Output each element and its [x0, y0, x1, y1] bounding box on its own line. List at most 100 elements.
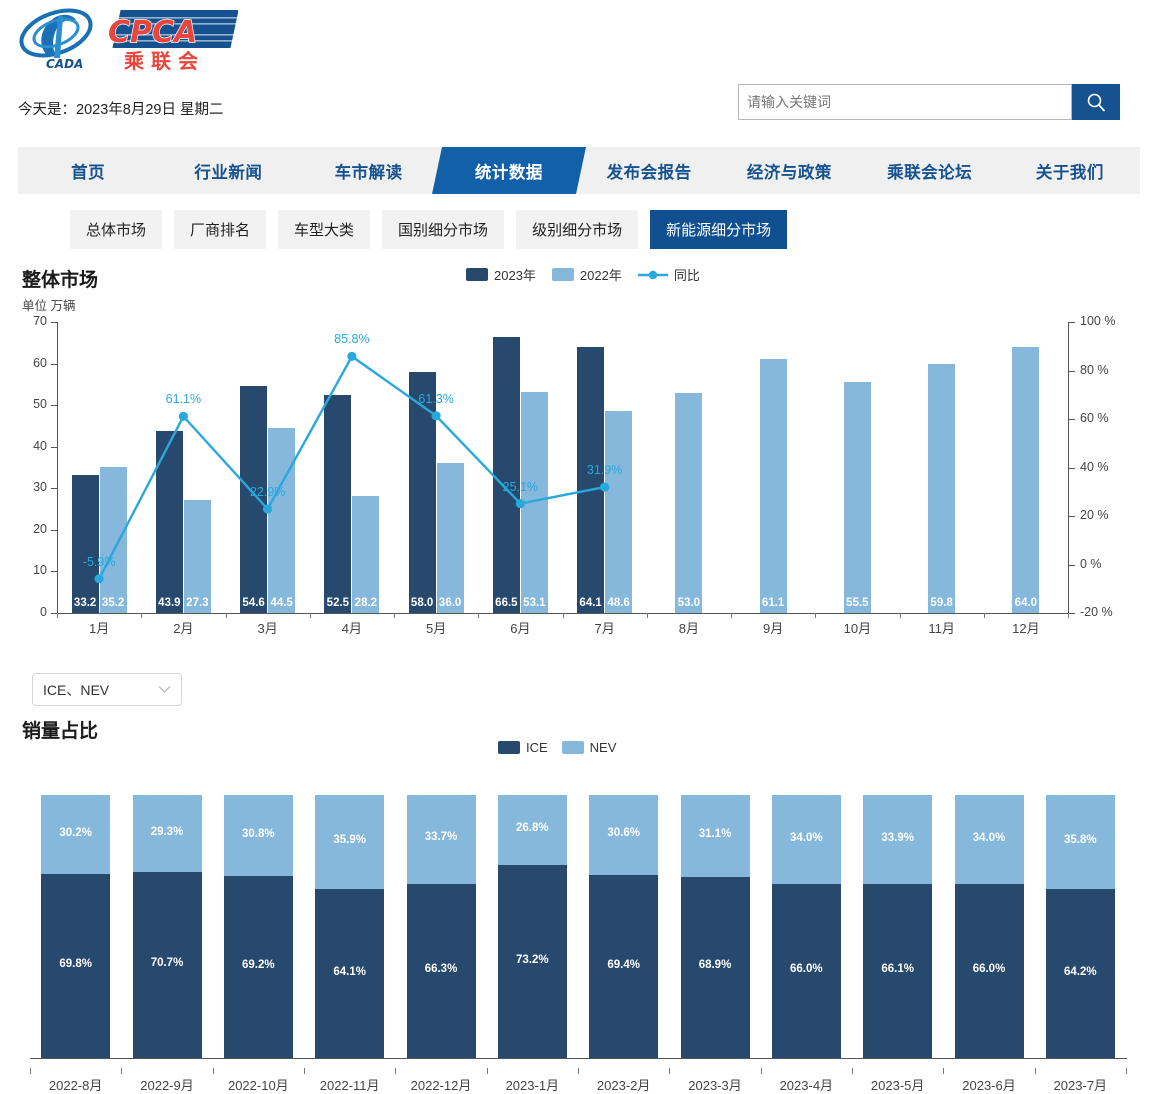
search-input-secondary[interactable]	[908, 84, 1072, 120]
section2-title: 销量占比	[22, 721, 99, 742]
chart2-segment-ice: 68.9%	[680, 876, 750, 1058]
chart2-segment-ice: 64.1%	[315, 889, 385, 1058]
chart1-legend: 2023年 2022年 同比	[466, 265, 700, 284]
sales-share-chart: 69.8% 30.2% 2022-8月 70.7% 29.3% 2022-9月 69.2% 3…	[0, 785, 1159, 1093]
chart1-x-label: 8月	[678, 621, 699, 636]
nav-item-industry-news[interactable]: 行业新闻	[158, 147, 298, 194]
chart1-x-tick	[731, 613, 732, 618]
chart2-plot-area: 69.8% 30.2% 2022-8月 70.7% 29.3% 2022-9月 69.2% 3…	[30, 795, 1127, 1093]
chart2-x-tick	[486, 1068, 488, 1074]
chart1-y-tick-label: 60	[33, 355, 47, 370]
chart2-segment-label-ice: 69.4%	[607, 958, 640, 971]
chart1-y2-tick	[1069, 467, 1075, 469]
legend-swatch-icon	[551, 268, 574, 281]
chart2-segment-nev: 33.9%	[863, 795, 933, 885]
nav-label: 发布会报告	[606, 163, 692, 182]
legend-label: 2022年	[579, 268, 622, 283]
section1-title: 整体市场	[22, 270, 99, 291]
legend-item-yoy[interactable]: 同比	[637, 265, 700, 284]
legend-item-2022[interactable]: 2022年	[551, 265, 622, 284]
chart1-y2-tick	[1069, 370, 1075, 372]
chart1-yoy-label: 61.1%	[165, 392, 202, 407]
subtab-vehicle-category[interactable]: 车型大类	[278, 210, 371, 249]
chart2-segment-ice: 70.7%	[132, 872, 202, 1058]
chart1-x-tick	[309, 613, 311, 618]
chart1-y2-tick-label: 40 %	[1080, 459, 1109, 474]
chart1-yoy-label: 22.9%	[249, 484, 286, 499]
chart1-y2-tick	[1069, 419, 1075, 420]
nav-item-forum[interactable]: 乘联会论坛	[860, 147, 1000, 194]
chart1-y2-tick-label: 100 %	[1080, 314, 1116, 328]
series-select[interactable]: ICE、NEV	[32, 673, 182, 706]
chart2-stacked-bar: 68.9% 31.1%	[680, 795, 750, 1058]
chart1-x-label: 12月	[1012, 621, 1040, 636]
subtab-country-segment[interactable]: 国别细分市场	[382, 210, 505, 249]
chart2-segment-ice: 69.8%	[41, 874, 111, 1058]
overall-market-chart: 0 10 20 30 40 50 60 70 -20 % 0 % 20 % 40 % 60 % 80 % 1…	[0, 310, 1159, 636]
chart1-yoy-label: 61.3%	[418, 391, 454, 406]
chart1-yoy-label: 85.8%	[334, 332, 370, 347]
chart2-segment-label-ice: 66.1%	[881, 963, 914, 976]
subtab-class-segment[interactable]: 级别细分市场	[516, 210, 639, 249]
chart2-segment-label-nev: 33.7%	[424, 831, 458, 844]
chart1-x-tick	[394, 613, 395, 618]
chart1-x-label: 10月	[843, 621, 872, 636]
site-header: CADA CPCA 乘联会 今天是：2023年8月29日 星期二	[0, 0, 1159, 135]
subtab-overall-market[interactable]: 总体市场	[70, 210, 163, 249]
chart1-x-tick	[478, 613, 480, 618]
chart2-x-tick	[943, 1068, 945, 1074]
chart2-segment-label-ice: 70.7%	[150, 957, 184, 970]
chart2-segment-label-nev: 30.8%	[242, 827, 275, 840]
series-select-value: ICE、NEV	[43, 681, 110, 698]
nav-item-market-analysis[interactable]: 车市解读	[299, 147, 439, 194]
logo-chinese-text: 乘联会	[123, 49, 205, 73]
chart2-x-tick	[121, 1068, 123, 1074]
chart2-segment-ice: 73.2%	[497, 865, 567, 1058]
chart2-segment-nev: 29.3%	[132, 795, 202, 873]
chart2-x-label: 2023-7月	[1053, 1078, 1108, 1093]
legend-item-2023[interactable]: 2023年	[466, 265, 536, 284]
chart2-segment-label-nev: 31.1%	[698, 827, 732, 840]
today-date: 今天是：2023年8月29日 星期二	[18, 102, 224, 118]
nav-label: 首页	[71, 163, 106, 182]
chart2-segment-nev: 33.7%	[406, 795, 476, 884]
nav-item-about-us[interactable]: 关于我们	[1000, 147, 1140, 194]
cpca-logo[interactable]: CADA CPCA 乘联会	[16, 8, 239, 74]
chart1-y-tick-label: 40	[33, 438, 47, 453]
chart2-segment-ice: 69.4%	[589, 875, 659, 1058]
chart1-x-label: 5月	[426, 621, 447, 636]
subtab-manufacturer-ranking[interactable]: 厂商排名	[174, 210, 267, 249]
chart2-segment-ice: 69.2%	[223, 876, 293, 1058]
chart1-x-tick	[646, 613, 648, 618]
chart2-segment-ice: 66.0%	[954, 884, 1024, 1058]
subtab-nev-segment[interactable]: 新能源细分市场	[650, 210, 788, 249]
nav-label: 关于我们	[1035, 163, 1104, 182]
chart1-y2-tick-label: 80 %	[1080, 362, 1109, 377]
nav-item-economy-policy[interactable]: 经济与政策	[719, 147, 859, 194]
chart1-y2-tick-label: -20 %	[1080, 605, 1113, 619]
nav-item-home[interactable]: 首页	[18, 147, 158, 194]
legend-item-nev[interactable]: NEV	[561, 740, 617, 755]
chart1-x-label: 3月	[257, 621, 278, 636]
chart2-segment-ice: 64.2%	[1045, 889, 1115, 1058]
legend-item-ice[interactable]: ICE	[498, 740, 548, 755]
chart2-stacked-bar: 64.1% 35.9%	[315, 795, 385, 1058]
chart1-x-tick	[1068, 613, 1069, 618]
chart2-segment-nev: 34.0%	[954, 795, 1024, 885]
nav-label: 经济与政策	[746, 163, 832, 182]
chart2-segment-nev: 30.8%	[223, 795, 293, 877]
legend-label: 2023年	[494, 268, 536, 283]
search-input[interactable]	[738, 84, 908, 120]
chart2-segment-label-nev: 30.2%	[59, 826, 92, 839]
chart1-x-label: 1月	[89, 621, 110, 636]
svg-text:CADA: CADA	[46, 57, 83, 71]
nav-item-conference-report[interactable]: 发布会报告	[579, 147, 719, 194]
chart2-stacked-bar: 66.3% 33.7%	[406, 795, 476, 1058]
legend-label: NEV	[589, 740, 617, 755]
chart1-x-label: 7月	[594, 621, 615, 636]
search-button[interactable]	[1072, 84, 1120, 120]
chart2-segment-ice: 66.1%	[863, 884, 933, 1058]
chart1-plot-area: 0 10 20 30 40 50 60 70 -20 % 0 % 20 % 40 % 60 % 80 % 1…	[33, 314, 1115, 636]
nav-item-statistics[interactable]: 统计数据	[439, 147, 579, 194]
chart2-x-tick	[395, 1068, 397, 1074]
